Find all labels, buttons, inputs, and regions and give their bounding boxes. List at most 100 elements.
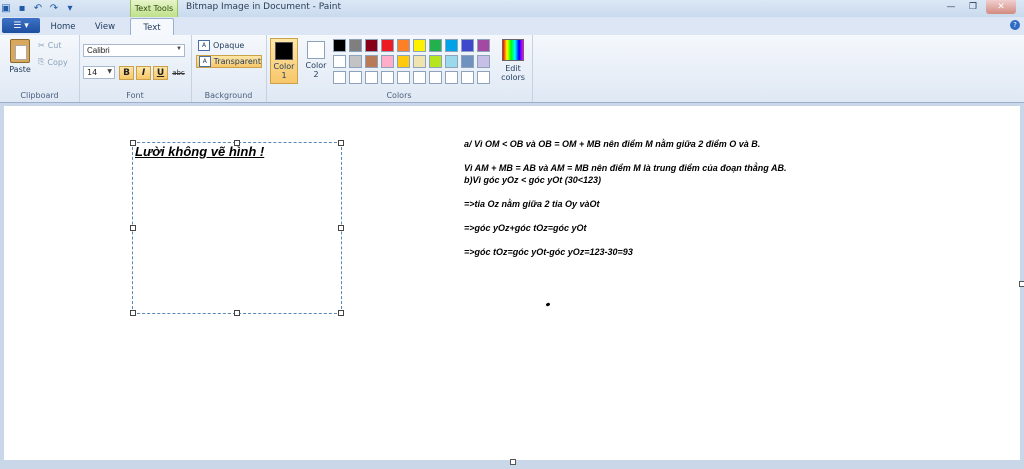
tab-home[interactable]: Home — [44, 19, 82, 34]
redo-icon[interactable]: ↷ — [48, 2, 60, 14]
note-line-1: a/ Vì OM < OB và OB = OM + MB nên điểm M… — [464, 139, 761, 149]
resize-handle-e[interactable] — [338, 225, 344, 231]
scissors-icon: ✂ — [38, 41, 45, 50]
color-swatch-2[interactable] — [349, 39, 362, 52]
cut-button[interactable]: ✂ Cut — [38, 41, 62, 50]
text-box-content[interactable]: Lười không vẽ hình ! — [135, 144, 264, 159]
canvas-resize-handle-right[interactable] — [1019, 281, 1024, 287]
help-icon[interactable]: ? — [1010, 20, 1020, 30]
color-swatch-10[interactable] — [477, 39, 490, 52]
opaque-label: Opaque — [213, 41, 245, 50]
restore-icon[interactable]: ❐ — [964, 0, 982, 14]
color-swatch-23[interactable] — [365, 71, 378, 84]
save-icon[interactable]: ▪ — [16, 2, 28, 14]
window-controls: — ❐ ✕ — [942, 0, 1016, 14]
cut-label: Cut — [47, 41, 62, 50]
workspace: Lười không vẽ hình ! a/ Vì OM < OB và OB… — [0, 103, 1024, 469]
resize-handle-n[interactable] — [234, 140, 240, 146]
bold-button[interactable]: B — [119, 66, 134, 80]
color-swatch-18[interactable] — [445, 55, 458, 68]
color-swatch-27[interactable] — [429, 71, 442, 84]
color-swatch-7[interactable] — [429, 39, 442, 52]
copy-label: Copy — [47, 57, 68, 67]
ribbon: Paste ✂ Cut ⎘ Copy Clipboard Font Calibri ▼… — [0, 35, 1024, 103]
color-swatch-16[interactable] — [413, 55, 426, 68]
italic-button[interactable]: I — [136, 66, 151, 80]
color-swatch-8[interactable] — [445, 39, 458, 52]
drawing-canvas[interactable]: Lười không vẽ hình ! a/ Vì OM < OB và OB… — [4, 106, 1020, 460]
close-icon[interactable]: ✕ — [986, 0, 1016, 14]
text-tools-context-tab: Text Tools — [130, 0, 178, 17]
font-size-select[interactable]: 14 ▼ — [83, 66, 115, 79]
resize-handle-sw[interactable] — [130, 310, 136, 316]
rainbow-icon — [502, 39, 524, 61]
color-swatch-22[interactable] — [349, 71, 362, 84]
color-swatch-20[interactable] — [477, 55, 490, 68]
canvas-resize-handle-bottom[interactable] — [510, 459, 516, 465]
title-bar: ▣ ▪ ↶ ↷ ▾ Text Tools Bitmap Image in Doc… — [0, 0, 1024, 17]
color-swatch-9[interactable] — [461, 39, 474, 52]
file-menu-button[interactable]: ☰ ▾ — [2, 18, 40, 33]
color-swatch-19[interactable] — [461, 55, 474, 68]
minimize-icon[interactable]: — — [942, 0, 960, 14]
resize-handle-nw[interactable] — [130, 140, 136, 146]
color-1-button[interactable]: Color 1 — [270, 38, 298, 84]
customize-icon[interactable]: ▾ — [64, 2, 76, 14]
color-swatch-26[interactable] — [413, 71, 426, 84]
color-swatch-13[interactable] — [365, 55, 378, 68]
color-swatch-17[interactable] — [429, 55, 442, 68]
edit-colors-label: Edit colors — [501, 64, 525, 82]
color-swatch-11[interactable] — [333, 55, 346, 68]
clipboard-icon — [10, 39, 30, 63]
color-swatch-3[interactable] — [365, 39, 378, 52]
color-swatch-21[interactable] — [333, 71, 346, 84]
paste-button[interactable]: Paste — [8, 39, 32, 74]
color-swatch-6[interactable] — [413, 39, 426, 52]
clipboard-group-label: Clipboard — [20, 91, 59, 100]
color-swatch-1[interactable] — [333, 39, 346, 52]
stray-mark — [545, 302, 551, 307]
color-palette — [333, 39, 490, 84]
resize-handle-ne[interactable] — [338, 140, 344, 146]
font-family-select[interactable]: Calibri ▼ — [83, 44, 185, 57]
note-line-3: b)Vì góc yOz < góc yOt (30<123) — [464, 175, 602, 185]
clipboard-group: Paste ✂ Cut ⎘ Copy Clipboard — [0, 35, 80, 102]
note-line-4: =>tia Oz nằm giữa 2 tia Oy vàOt — [464, 199, 600, 209]
background-group-label: Background — [204, 91, 253, 100]
paint-icon: ▣ — [1, 2, 11, 14]
color-swatch-15[interactable] — [397, 55, 410, 68]
color-swatch-30[interactable] — [477, 71, 490, 84]
resize-handle-w[interactable] — [130, 225, 136, 231]
transparent-button[interactable]: A Transparent — [196, 55, 262, 68]
color-swatch-5[interactable] — [397, 39, 410, 52]
chevron-down-icon: ▾ — [24, 20, 29, 31]
undo-icon[interactable]: ↶ — [32, 2, 44, 14]
font-group-label: Font — [126, 91, 144, 100]
color-swatch-12[interactable] — [349, 55, 362, 68]
text-box[interactable]: Lười không vẽ hình ! — [130, 140, 344, 316]
color-swatch-25[interactable] — [397, 71, 410, 84]
edit-colors-button[interactable]: Edit colors — [500, 39, 526, 82]
resize-handle-se[interactable] — [338, 310, 344, 316]
color-2-button[interactable]: Color 2 — [302, 38, 330, 84]
quick-access-toolbar: ▣ ▪ ↶ ↷ ▾ — [0, 1, 76, 15]
underline-button[interactable]: U — [153, 66, 168, 80]
color-swatch-24[interactable] — [381, 71, 394, 84]
opaque-button[interactable]: A Opaque — [196, 39, 262, 52]
strikethrough-button[interactable]: abc — [171, 66, 186, 80]
font-family-value: Calibri — [87, 46, 110, 55]
copy-button[interactable]: ⎘ Copy — [38, 57, 68, 67]
note-line-5: =>góc yOz+góc tOz=góc yOt — [464, 223, 587, 233]
color-1-label: Color 1 — [273, 62, 295, 80]
color-swatch-28[interactable] — [445, 71, 458, 84]
color-swatch-14[interactable] — [381, 55, 394, 68]
chevron-down-icon: ▼ — [107, 68, 112, 75]
colors-group-label: Colors — [386, 91, 412, 100]
resize-handle-s[interactable] — [234, 310, 240, 316]
tab-text[interactable]: Text — [130, 18, 174, 36]
color-swatch-29[interactable] — [461, 71, 474, 84]
copy-icon: ⎘ — [38, 57, 45, 66]
color-swatch-4[interactable] — [381, 39, 394, 52]
paste-label: Paste — [9, 65, 31, 74]
tab-view[interactable]: View — [86, 19, 124, 34]
